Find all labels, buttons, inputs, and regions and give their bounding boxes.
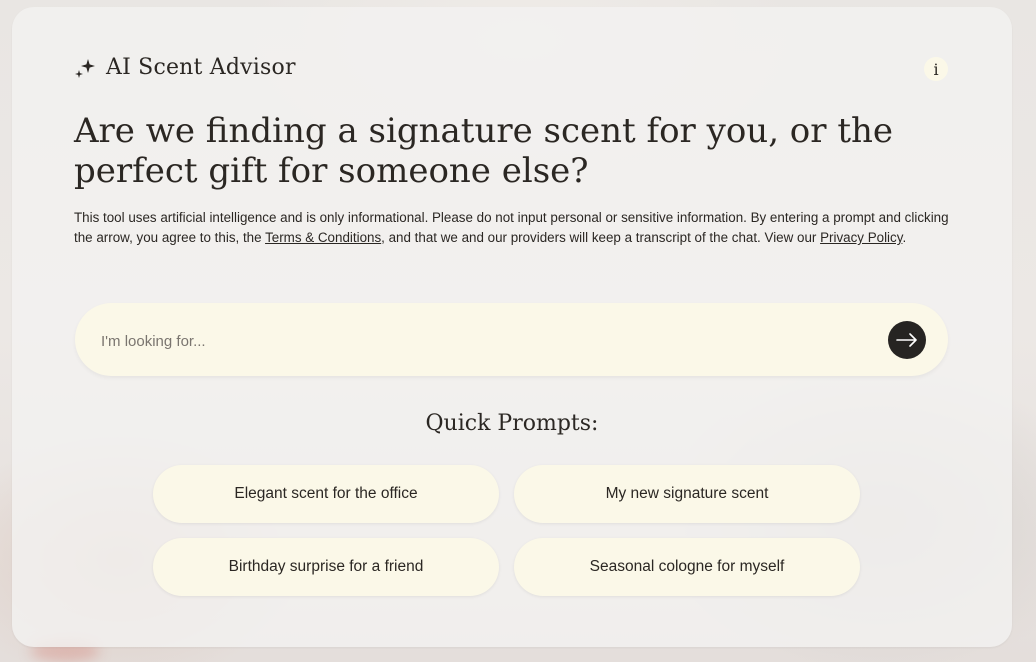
quick-prompt-button[interactable]: Elegant scent for the office [153, 465, 499, 523]
prompt-input[interactable] [99, 325, 863, 357]
app-title: AI Scent Advisor [106, 55, 296, 80]
arrow-right-icon [896, 333, 918, 347]
quick-prompt-button[interactable]: My new signature scent [514, 465, 860, 523]
submit-button[interactable] [888, 321, 926, 359]
disclaimer-text: This tool uses artificial intelligence a… [74, 208, 954, 248]
brand-header: AI Scent Advisor [74, 55, 296, 80]
page-headline: Are we finding a signature scent for you… [74, 111, 894, 191]
prompt-search-bar [75, 303, 948, 376]
quick-prompt-button[interactable]: Birthday surprise for a friend [153, 538, 499, 596]
terms-link[interactable]: Terms & Conditions [265, 230, 381, 245]
info-icon: i [933, 59, 939, 79]
scent-advisor-panel: AI Scent Advisor i Are we finding a sign… [12, 7, 1012, 647]
disclaimer-part-3: . [902, 230, 907, 245]
quick-prompt-button[interactable]: Seasonal cologne for myself [514, 538, 860, 596]
sparkle-icon [74, 57, 96, 79]
quick-prompts-title: Quick Prompts: [425, 411, 599, 436]
privacy-policy-link[interactable]: Privacy Policy [820, 230, 902, 245]
disclaimer-part-2: , and that we and our providers will kee… [381, 230, 821, 245]
info-button[interactable]: i [924, 57, 948, 81]
